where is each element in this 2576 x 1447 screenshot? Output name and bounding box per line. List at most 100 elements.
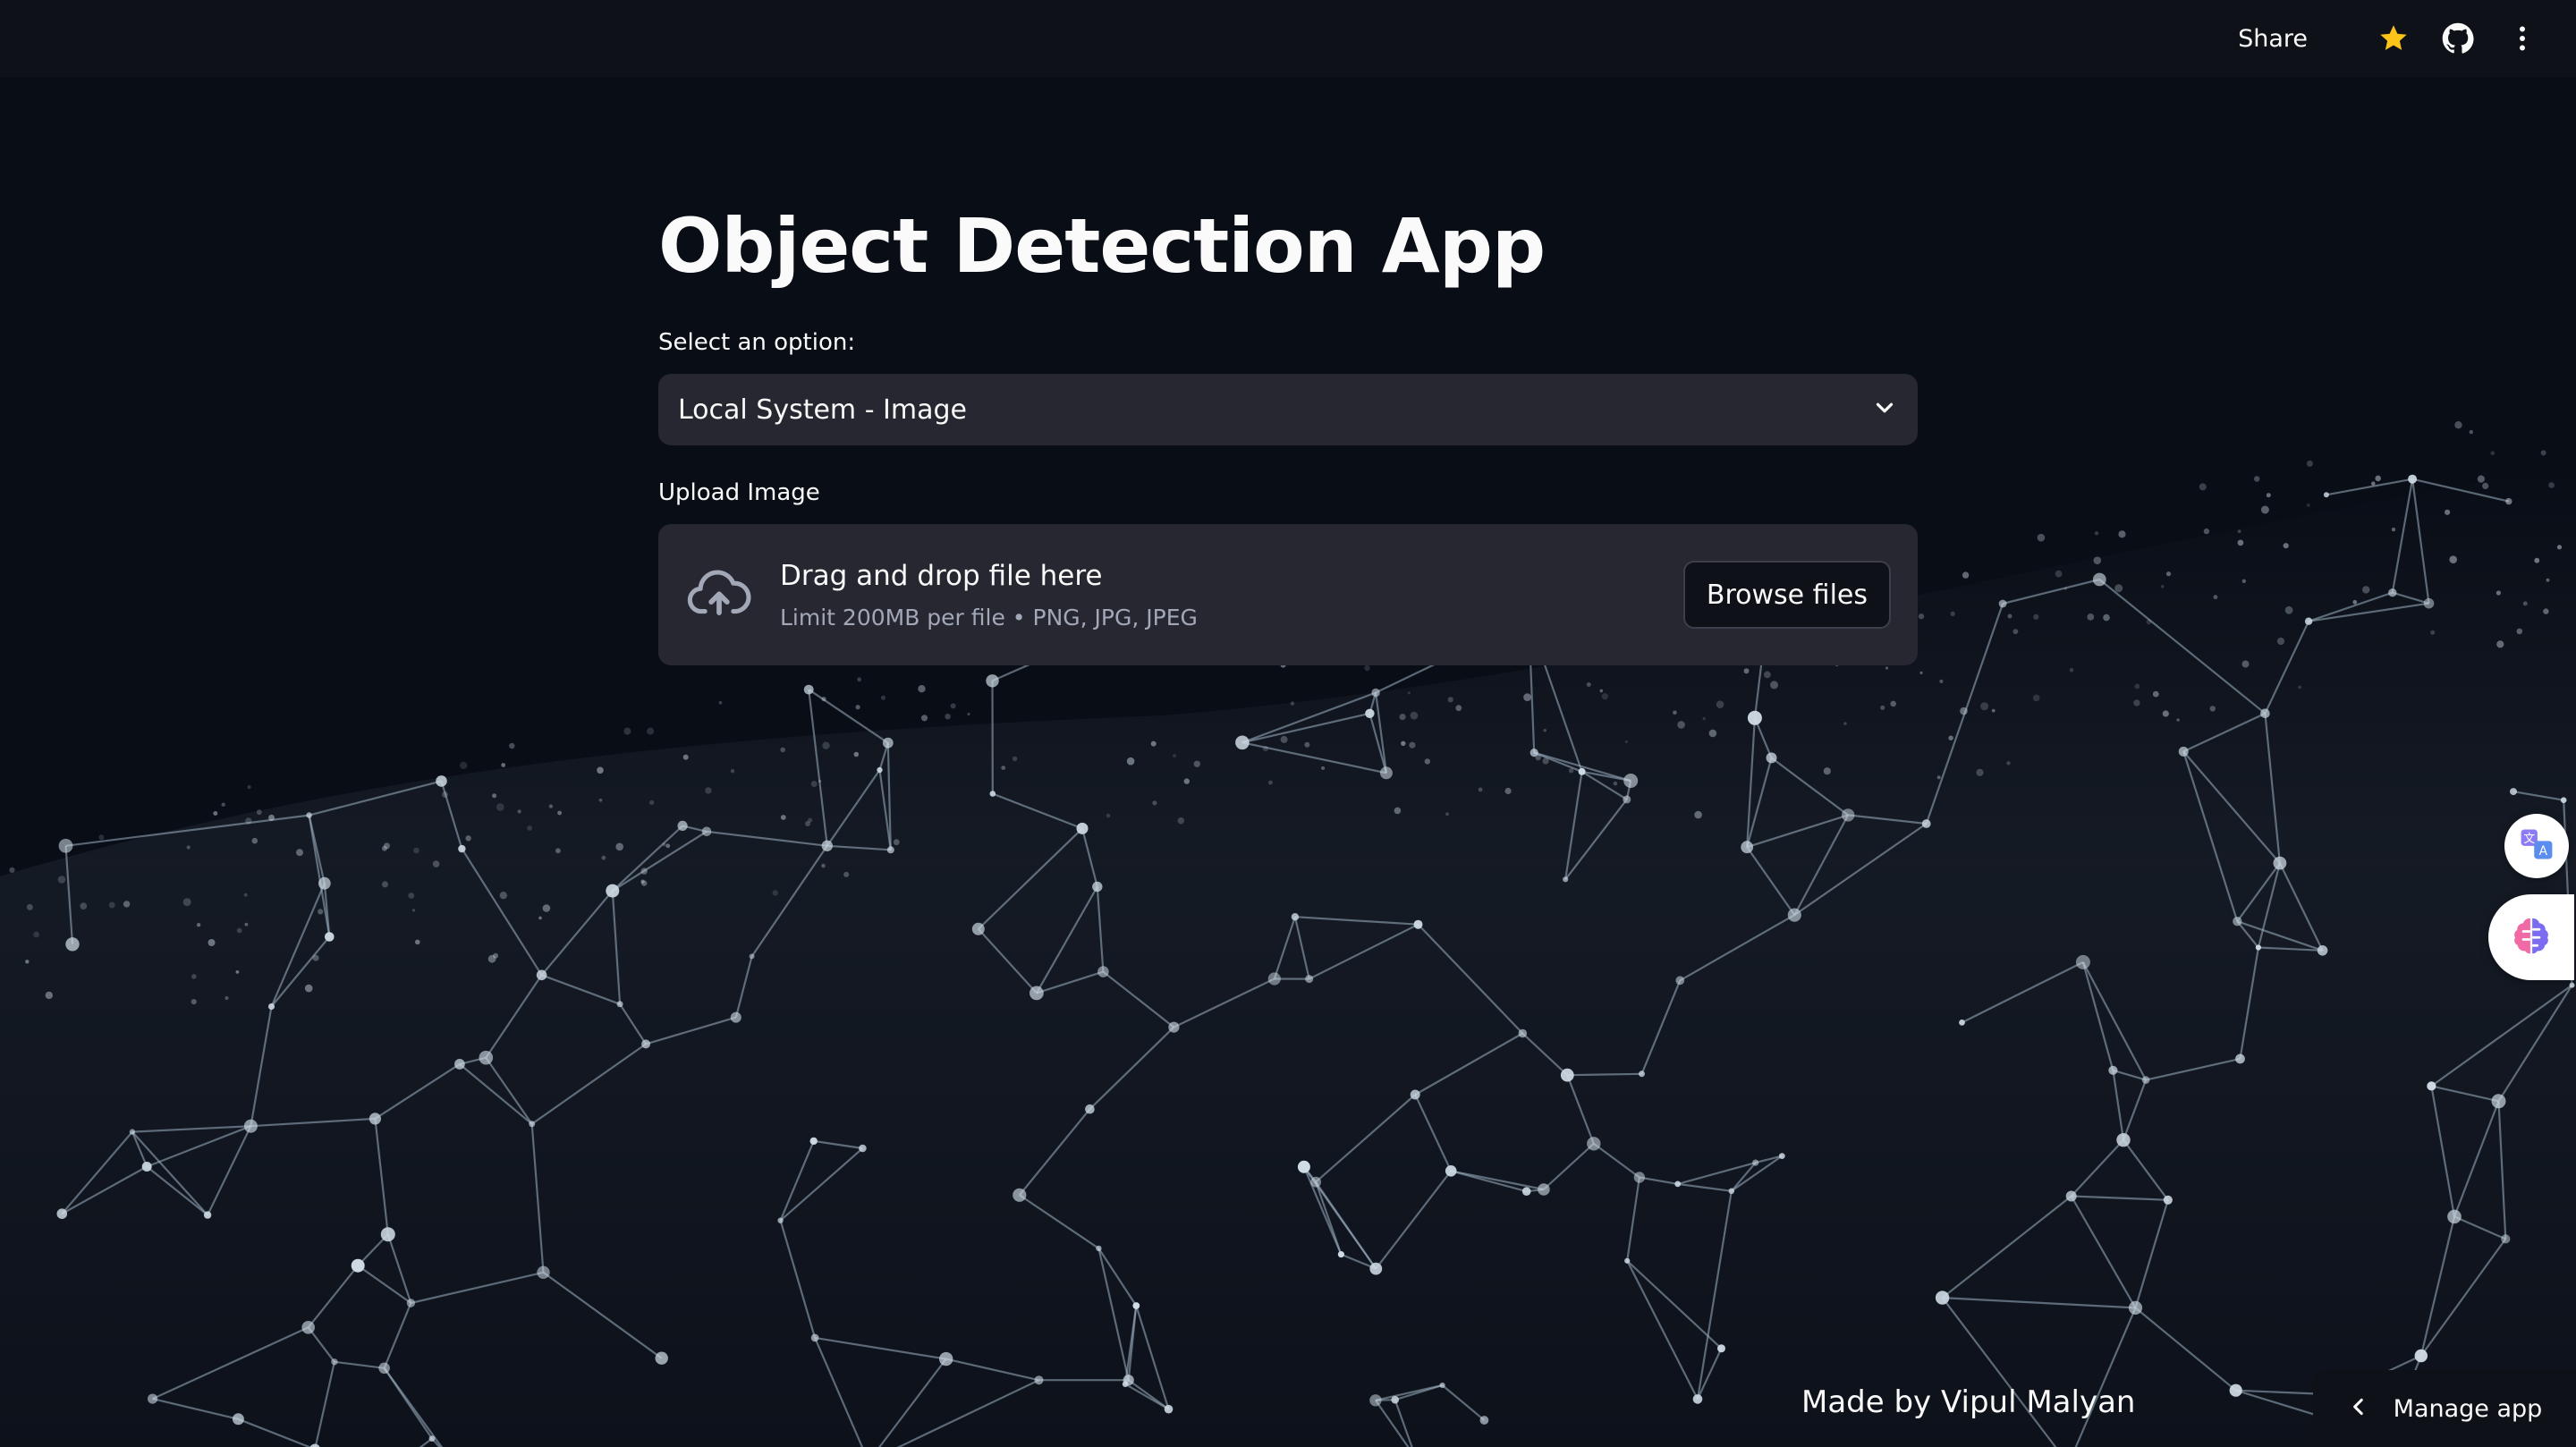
network-node [2491, 1094, 2506, 1109]
network-particle [598, 798, 603, 802]
network-particle [2516, 628, 2523, 635]
network-node [1787, 908, 1801, 922]
network-particle [1394, 807, 1402, 815]
network-particle [413, 847, 419, 854]
network-particle [80, 902, 88, 910]
network-particle [1262, 746, 1268, 752]
drop-text: Drag and drop file here [780, 559, 1103, 592]
network-node [458, 844, 466, 853]
network-particle [2199, 483, 2207, 491]
network-particle [208, 939, 216, 946]
network-particle [268, 814, 275, 821]
network-node [859, 1144, 867, 1153]
network-node [1013, 1188, 1027, 1202]
network-node [56, 1208, 68, 1219]
network-particle [2298, 685, 2302, 690]
network-particle [718, 700, 723, 705]
network-particle [487, 954, 496, 963]
network-node [129, 1129, 136, 1135]
network-node [2414, 1349, 2428, 1363]
ai-assistant-widget-button[interactable] [2488, 894, 2574, 980]
kebab-menu-icon[interactable] [2504, 21, 2540, 56]
network-node [243, 1119, 258, 1133]
network-particle [1150, 740, 1157, 747]
network-node [2317, 945, 2328, 956]
network-particle [1409, 741, 1416, 749]
network-node [380, 1227, 395, 1242]
network-particle [2477, 475, 2485, 483]
network-particle [1543, 729, 1546, 732]
network-particle [1694, 810, 1702, 819]
network-particle [2306, 460, 2313, 467]
translate-widget-button[interactable]: 文 A [2504, 814, 2569, 878]
network-particle [33, 931, 39, 938]
network-particle [918, 685, 926, 693]
network-node [877, 766, 883, 774]
network-particle [1401, 740, 1406, 746]
network-node [378, 1362, 390, 1375]
network-particle [2069, 668, 2074, 673]
network-particle [496, 803, 504, 811]
network-particle [1677, 721, 1685, 729]
network-node [1085, 1104, 1095, 1114]
network-particle [2306, 503, 2310, 507]
network-particle [2118, 530, 2126, 538]
manage-app-button[interactable]: Manage app [2313, 1370, 2576, 1447]
network-particle [730, 769, 735, 774]
network-particle [2482, 482, 2489, 490]
cloud-upload-icon [685, 559, 753, 630]
network-particle [810, 781, 818, 787]
network-node [1034, 1375, 1044, 1385]
network-node [436, 775, 447, 787]
network-node [1235, 735, 1250, 750]
network-particle [2103, 613, 2110, 622]
manage-app-label: Manage app [2393, 1394, 2543, 1423]
network-particle [2133, 699, 2140, 707]
share-button[interactable]: Share [2238, 25, 2308, 53]
network-particle [2093, 556, 2102, 564]
network-line [2326, 478, 2413, 496]
network-particle [1478, 787, 1483, 792]
network-node [2260, 708, 2270, 718]
network-particle [2543, 608, 2549, 614]
network-node [803, 684, 814, 695]
network-node [1623, 795, 1631, 804]
github-icon[interactable] [2440, 21, 2476, 56]
browse-files-button[interactable]: Browse files [1682, 561, 1891, 629]
network-node [1479, 1416, 1489, 1425]
network-particle [1843, 722, 1847, 725]
network-node [2323, 492, 2329, 498]
network-node [529, 1121, 536, 1128]
network-node [1935, 1290, 1950, 1305]
network-node [1267, 972, 1281, 986]
network-particle [244, 922, 249, 927]
network-particle [527, 825, 532, 831]
option-select[interactable]: Local System - Image [658, 374, 1918, 445]
network-particle [881, 695, 886, 700]
network-particle [2161, 585, 2165, 588]
network-particle [1399, 714, 1406, 721]
network-particle [1321, 766, 1326, 770]
network-node [2128, 1300, 2143, 1315]
upload-label: Upload Image [658, 479, 820, 506]
network-particle [665, 843, 671, 849]
svg-text:文: 文 [2523, 833, 2535, 846]
network-particle [1601, 693, 1608, 700]
network-node [1391, 1395, 1399, 1404]
network-particle [318, 909, 324, 915]
select-value: Local System - Image [678, 393, 968, 426]
network-node [1728, 1188, 1735, 1195]
file-uploader-dropzone[interactable]: Drag and drop file here Limit 200MB per … [658, 524, 1918, 665]
network-node [1445, 1165, 1457, 1177]
limit-text: Limit 200MB per file • PNG, JPG, JPEG [780, 604, 1198, 630]
network-particle [2007, 613, 2012, 619]
network-particle [1936, 775, 1941, 780]
network-node [65, 937, 80, 952]
network-particle [236, 927, 242, 934]
star-icon[interactable] [2376, 21, 2411, 56]
network-particle [243, 893, 248, 897]
network-particle [1290, 701, 1295, 706]
network-particle [2546, 578, 2550, 582]
network-particle [2094, 531, 2099, 536]
network-particle [647, 727, 655, 735]
